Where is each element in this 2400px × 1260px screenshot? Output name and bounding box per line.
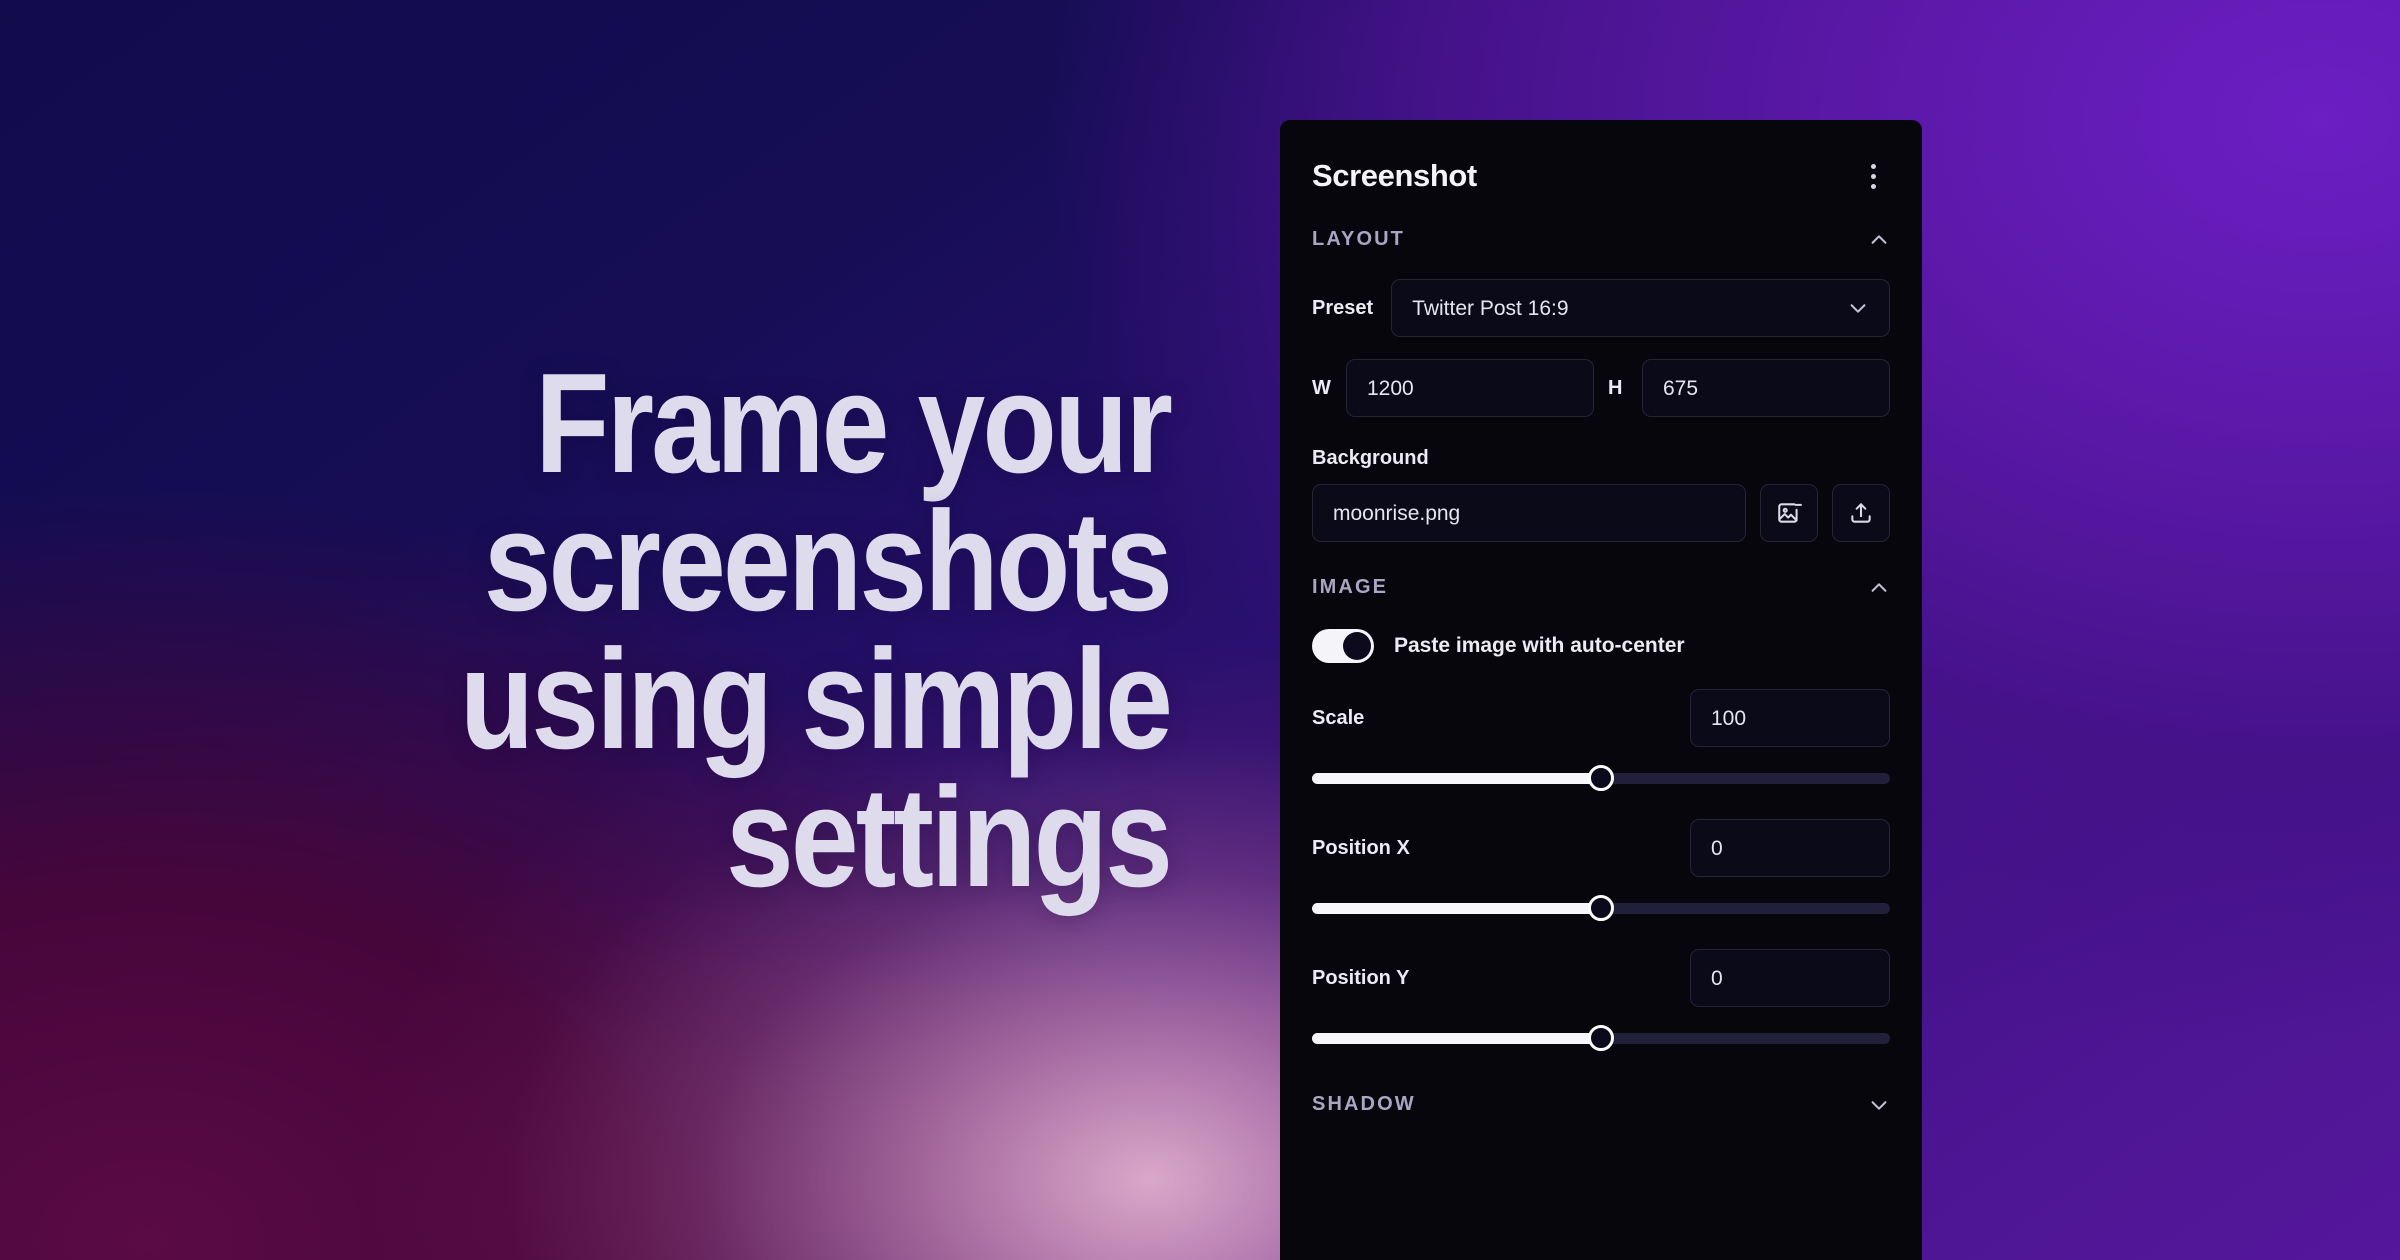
width-value: 1200 bbox=[1367, 376, 1414, 400]
section-header-image[interactable]: IMAGE bbox=[1312, 576, 1890, 599]
kebab-menu-icon[interactable] bbox=[1856, 159, 1890, 193]
dimensions-row: W 1200 H 675 bbox=[1312, 359, 1890, 417]
scale-input[interactable]: 100 bbox=[1690, 689, 1890, 747]
auto-center-toggle[interactable] bbox=[1312, 629, 1374, 663]
image-remove-icon[interactable] bbox=[1760, 484, 1818, 542]
panel-title: Screenshot bbox=[1312, 158, 1477, 193]
toggle-knob bbox=[1343, 632, 1371, 660]
width-input[interactable]: 1200 bbox=[1346, 359, 1594, 417]
scale-value: 100 bbox=[1711, 706, 1747, 730]
position-y-input[interactable]: 0 bbox=[1690, 949, 1890, 1007]
scale-slider-fill bbox=[1312, 772, 1601, 784]
scale-group: Scale 100 bbox=[1312, 689, 1890, 793]
chevron-up-icon[interactable] bbox=[1868, 577, 1890, 599]
width-label: W bbox=[1312, 376, 1331, 399]
headline-text: Frame your screenshots using simple sett… bbox=[459, 344, 1173, 917]
chevron-down-icon[interactable] bbox=[1868, 1094, 1890, 1116]
kebab-dot bbox=[1870, 173, 1876, 179]
position-y-slider-fill bbox=[1312, 1032, 1601, 1044]
scale-header: Scale 100 bbox=[1312, 689, 1890, 747]
chevron-down-icon bbox=[1847, 297, 1869, 319]
scale-slider[interactable] bbox=[1312, 763, 1890, 793]
background-label: Background bbox=[1312, 447, 1429, 469]
position-x-label: Position X bbox=[1312, 836, 1410, 859]
position-x-group: Position X 0 bbox=[1312, 819, 1890, 923]
chevron-up-icon[interactable] bbox=[1868, 229, 1890, 251]
height-value: 675 bbox=[1663, 376, 1699, 400]
position-y-slider[interactable] bbox=[1312, 1023, 1890, 1053]
background-row: moonrise.png bbox=[1312, 484, 1890, 542]
height-input[interactable]: 675 bbox=[1642, 359, 1890, 417]
screenshot-settings-panel: Screenshot LAYOUT Preset Twitter Post 16… bbox=[1280, 120, 1922, 1260]
height-label: H bbox=[1608, 376, 1623, 399]
auto-center-row: Paste image with auto-center bbox=[1312, 629, 1890, 663]
scale-label: Scale bbox=[1312, 706, 1365, 729]
background-file-value: moonrise.png bbox=[1333, 501, 1461, 525]
section-header-layout[interactable]: LAYOUT bbox=[1312, 228, 1890, 251]
upload-icon[interactable] bbox=[1832, 484, 1890, 542]
section-title-layout: LAYOUT bbox=[1312, 228, 1405, 250]
canvas: Frame your screenshots using simple sett… bbox=[0, 0, 2400, 1260]
position-x-slider-thumb[interactable] bbox=[1588, 895, 1614, 921]
preset-select[interactable]: Twitter Post 16:9 bbox=[1391, 279, 1890, 337]
position-y-value: 0 bbox=[1711, 966, 1723, 990]
auto-center-label: Paste image with auto-center bbox=[1394, 634, 1685, 657]
position-x-header: Position X 0 bbox=[1312, 819, 1890, 877]
preset-value: Twitter Post 16:9 bbox=[1412, 296, 1569, 320]
position-x-input[interactable]: 0 bbox=[1690, 819, 1890, 877]
position-y-group: Position Y 0 bbox=[1312, 949, 1890, 1053]
position-x-slider[interactable] bbox=[1312, 893, 1890, 923]
position-x-value: 0 bbox=[1711, 836, 1723, 860]
preset-row: Preset Twitter Post 16:9 bbox=[1312, 279, 1890, 337]
kebab-dot bbox=[1870, 183, 1876, 189]
position-y-header: Position Y 0 bbox=[1312, 949, 1890, 1007]
background-file-input[interactable]: moonrise.png bbox=[1312, 484, 1746, 542]
position-y-label: Position Y bbox=[1312, 966, 1410, 989]
section-title-shadow: SHADOW bbox=[1312, 1093, 1416, 1115]
preset-label: Preset bbox=[1312, 296, 1374, 319]
kebab-dot bbox=[1870, 163, 1876, 169]
position-y-slider-thumb[interactable] bbox=[1588, 1025, 1614, 1051]
section-title-image: IMAGE bbox=[1312, 576, 1389, 598]
scale-slider-thumb[interactable] bbox=[1588, 765, 1614, 791]
section-header-shadow[interactable]: SHADOW bbox=[1312, 1093, 1890, 1116]
panel-header: Screenshot bbox=[1280, 120, 1922, 194]
position-x-slider-fill bbox=[1312, 902, 1601, 914]
